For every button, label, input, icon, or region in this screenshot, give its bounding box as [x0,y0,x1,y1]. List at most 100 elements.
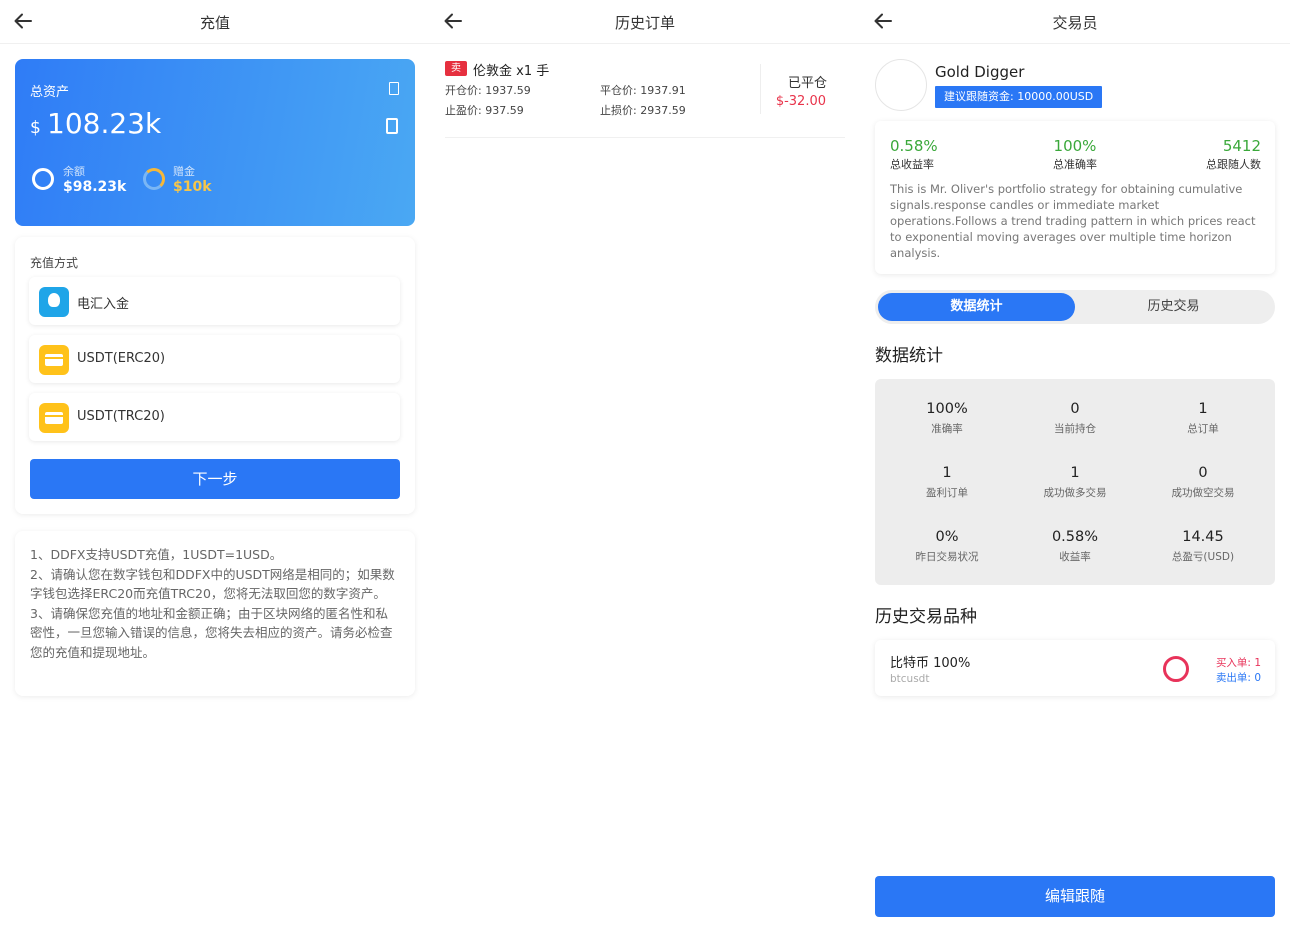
metric-label: 总跟随人数 [1206,158,1261,171]
tab-statistics[interactable]: 数据统计 [878,293,1075,321]
wallet-icon[interactable] [386,118,398,134]
total-assets-value: 108.23k [47,107,162,140]
stat-label: 总盈亏(USD) [1171,551,1235,563]
copy-icon[interactable] [389,82,399,95]
stat-total-orders: 1 总订单 [1138,401,1268,436]
stat-value: 1 [1070,465,1080,481]
trader-name: Gold Digger [935,63,1025,81]
recharge-notes: 1、DDFX支持USDT充值，1USDT=1USD。 2、请确认您在数字钱包和D… [15,531,415,696]
stat-label: 准确率 [931,423,963,435]
variety-name: 比特币 100% [890,656,971,671]
trader-description: This is Mr. Oliver's portfolio strategy … [890,182,1256,260]
suggested-fund-badge: 建议跟随资金: 10000.00USD [935,86,1103,108]
stat-return-rate: 0.58% 收益率 [1010,529,1140,564]
method-label: USDT(ERC20) [77,351,166,366]
recharge-method-section: 充值方式 电汇入金 USDT(ERC20) USDT(TRC20) 下一步 [15,237,415,514]
bonus-value: $10k [173,179,212,195]
trader-header: 交易员 [860,0,1290,44]
stat-value: 0% [935,529,959,545]
stats-section-title: 数据统计 [875,346,943,366]
order-history-screen: 历史订单 卖 伦敦金 x1 手 开仓价: 1937.59 平仓价: 1937.9… [430,0,860,932]
stat-value: 0.58% [1051,529,1099,545]
bonus-label: 赠金 [173,165,195,178]
stat-long-wins: 1 成功做多交易 [1010,465,1140,500]
stat-profit-orders: 1 盈利订单 [882,465,1012,500]
page-title: 历史订单 [614,14,675,32]
take-profit-price: 止盈价: 937.59 [445,104,524,117]
balance-value: $98.23k [63,179,127,195]
method-label: 电汇入金 [77,297,130,312]
stat-value: 14.45 [1182,529,1224,545]
metric-value: 0.58% [890,137,938,155]
stat-label: 收益率 [1059,551,1091,563]
next-step-button[interactable]: 下一步 [30,459,400,499]
recharge-screen: 充值 总资产 $ 108.23k 余额 $98.23k 赠金 $10k 充值方式… [0,0,430,932]
method-usdt-trc20[interactable]: USDT(TRC20) [29,393,400,441]
total-return-metric: 0.58% 总收益率 [890,137,938,172]
note-3: 3、请确保您充值的地址和金额正确；由于区块网络的匿名性和私密性，一旦您输入错误的… [30,605,393,660]
stat-short-wins: 0 成功做空交易 [1138,465,1268,500]
card-icon [39,403,69,433]
method-wire-transfer[interactable]: 电汇入金 [29,277,400,325]
total-assets-label: 总资产 [30,85,70,100]
stat-value: 0 [1198,465,1208,481]
trader-summary-card: 0.58% 总收益率 100% 总准确率 5412 总跟随人数 This is … [875,121,1275,274]
trader-screen: 交易员 Gold Digger 建议跟随资金: 10000.00USD 0.58… [860,0,1290,932]
stat-value: 1 [942,465,952,481]
sell-tag: 卖 [445,61,467,76]
sell-count: 卖出单: 0 [1215,672,1261,684]
metric-value: 100% [1053,137,1097,155]
note-1: 1、DDFX支持USDT充值，1USDT=1USD。 [30,547,283,562]
close-price: 平仓价: 1937.91 [600,84,686,97]
ratio-ring-icon [1163,656,1189,682]
metric-label: 总准确率 [1053,158,1097,171]
trade-variety-item[interactable]: 比特币 100% btcusdt 买入单: 1 卖出单: 0 [875,640,1275,696]
stop-loss-price: 止损价: 2937.59 [600,104,686,117]
stat-yesterday: 0% 昨日交易状况 [882,529,1012,564]
divider [760,64,761,114]
metric-label: 总收益率 [890,158,934,171]
balance-label: 余额 [63,165,85,178]
method-title: 充值方式 [30,256,79,270]
note-2: 2、请确认您在数字钱包和DDFX中的USDT网络是相同的；如果数字钱包选择ERC… [30,566,395,602]
order-pnl: $-32.00 [775,94,826,109]
stat-label: 昨日交易状况 [915,551,979,563]
stat-label: 盈利订单 [926,487,968,499]
stat-label: 成功做多交易 [1043,487,1107,499]
stat-label: 总订单 [1187,423,1219,435]
stat-accuracy: 100% 准确率 [882,401,1012,436]
stat-current-positions: 0 当前持仓 [1010,401,1140,436]
page-title: 交易员 [1052,14,1098,32]
recharge-header: 充值 [0,0,430,44]
stat-total-pnl: 14.45 总盈亏(USD) [1138,529,1268,564]
bonus-ring-icon [143,168,165,190]
stat-value: 0 [1070,401,1080,417]
metric-value: 5412 [1222,137,1261,155]
stat-label: 当前持仓 [1054,423,1096,435]
wire-transfer-icon [39,287,69,317]
page-title: 充值 [199,14,230,32]
edit-follow-button[interactable]: 编辑跟随 [875,876,1275,917]
stat-value: 1 [1198,401,1208,417]
variety-symbol: btcusdt [890,673,930,685]
stat-value: 100% [926,401,968,417]
buy-count: 买入单: 1 [1215,657,1261,669]
stat-label: 成功做空交易 [1171,487,1235,499]
currency-symbol: $ [30,118,41,138]
method-label: USDT(TRC20) [77,409,165,424]
total-accuracy-metric: 100% 总准确率 [1035,137,1115,172]
tab-trade-history[interactable]: 历史交易 [1075,293,1272,321]
card-icon [39,345,69,375]
trader-tabs: 数据统计 历史交易 [875,290,1275,324]
variety-section-title: 历史交易品种 [875,607,977,627]
balance-ring-icon [32,168,54,190]
total-followers-metric: 5412 总跟随人数 [1206,137,1261,172]
stats-grid: 100% 准确率 0 当前持仓 1 总订单 1 盈利订单 1 成功做多交易 0 … [875,379,1275,585]
order-status: 已平仓 [787,76,827,91]
open-price: 开仓价: 1937.59 [445,84,531,97]
order-row[interactable]: 卖 伦敦金 x1 手 开仓价: 1937.59 平仓价: 1937.91 止盈价… [445,58,845,138]
history-header: 历史订单 [430,0,860,44]
total-assets-card: 总资产 $ 108.23k 余额 $98.23k 赠金 $10k [15,59,415,226]
method-usdt-erc20[interactable]: USDT(ERC20) [29,335,400,383]
avatar [875,59,927,111]
